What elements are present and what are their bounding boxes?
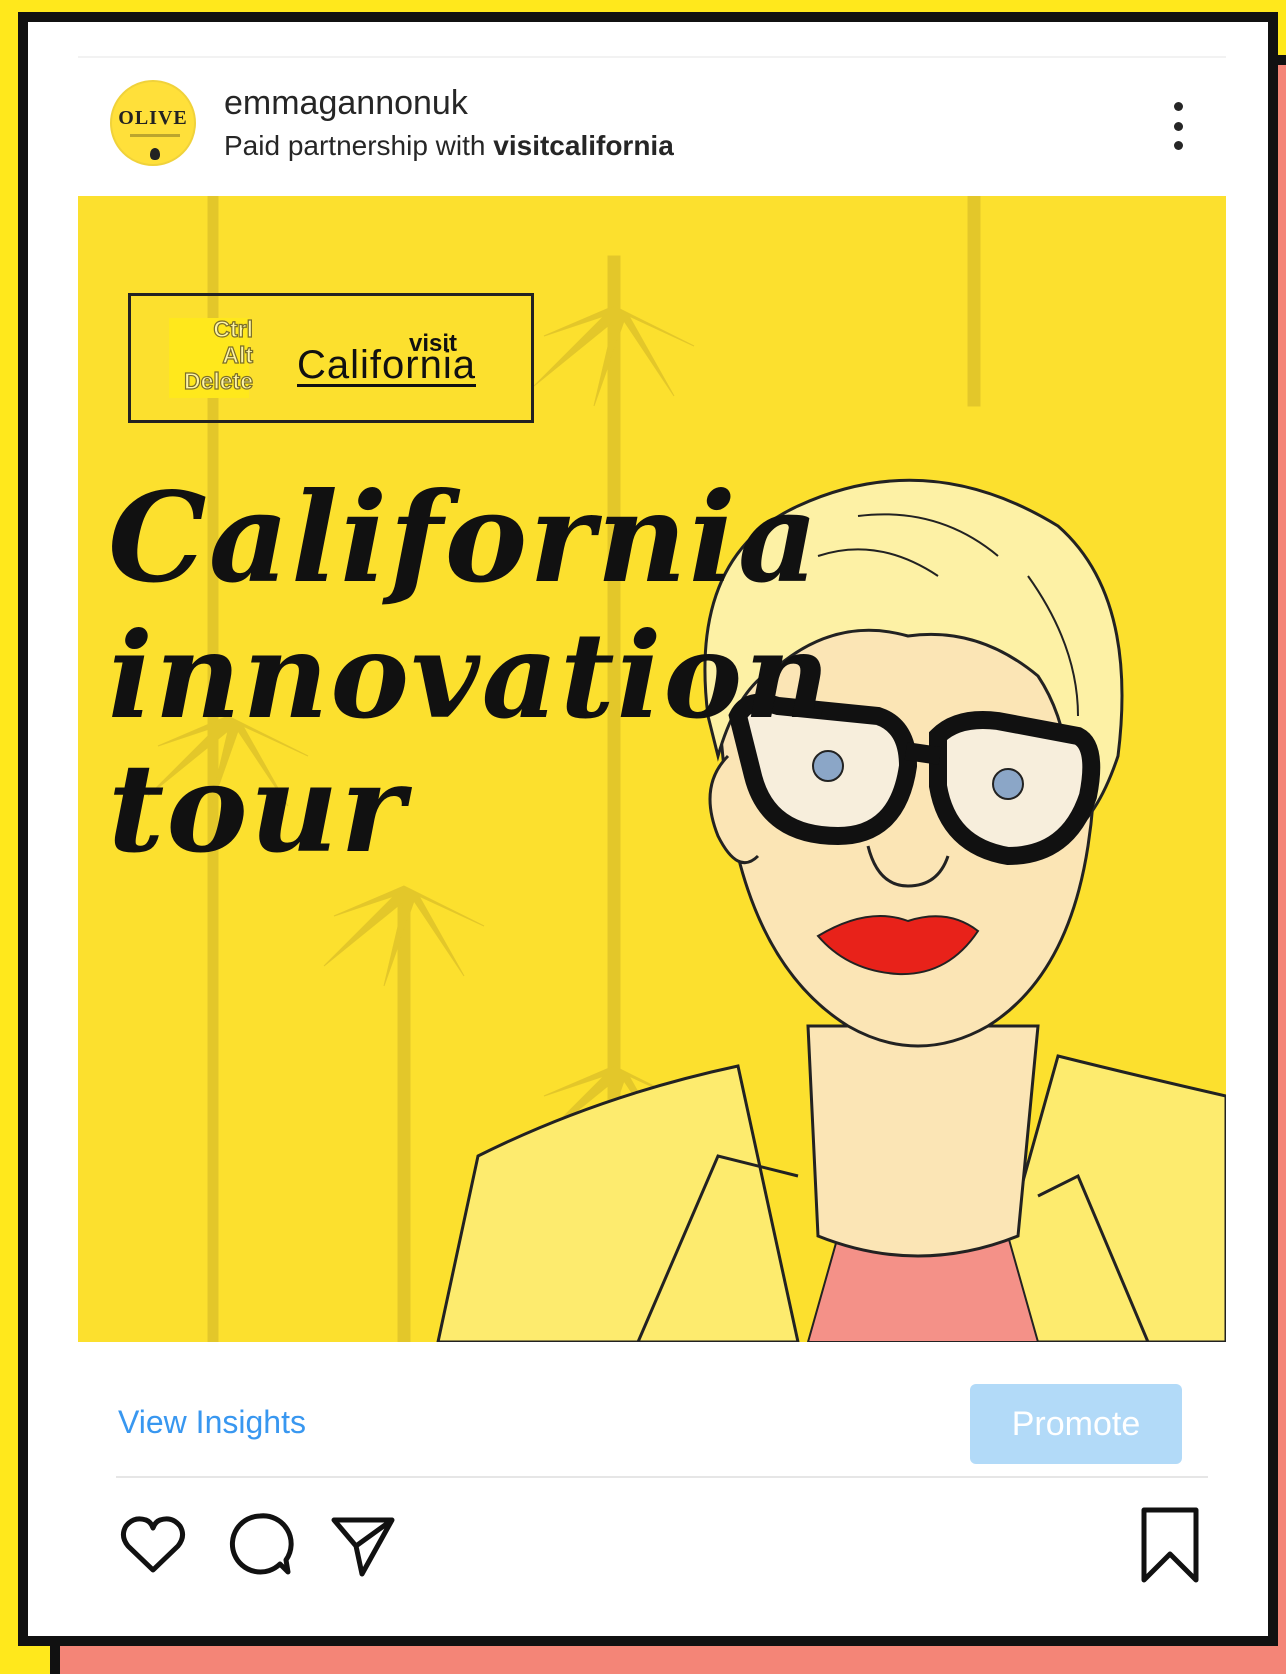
post-header: OLIVE emmagannonuk Paid partnership with…: [28, 22, 1268, 192]
more-options-icon[interactable]: [1158, 96, 1198, 156]
username[interactable]: emmagannonuk: [224, 84, 468, 123]
logo-line: Ctrl: [213, 315, 254, 342]
avatar[interactable]: OLIVE: [110, 80, 196, 166]
more-dot: [1173, 141, 1183, 150]
logo-line: Alt: [222, 341, 254, 368]
title-line-1: California: [108, 466, 821, 611]
avatar-tagline: [130, 134, 180, 137]
sponsor-logo-box: Ctrl Alt Delete visit California: [128, 293, 534, 423]
title-line-2: innovation: [108, 606, 832, 745]
visit-california-logo-wordmark: California: [297, 343, 476, 387]
view-insights-link[interactable]: View Insights: [118, 1404, 306, 1441]
bookmark-icon[interactable]: [1138, 1506, 1202, 1584]
logo-line: Delete: [183, 367, 253, 394]
more-dot: [1173, 121, 1183, 131]
avatar-figure-icon: [150, 148, 160, 160]
paid-partnership-label: Paid partnership with visitcalifornia: [224, 130, 674, 162]
actions-divider: [116, 1476, 1208, 1478]
more-dot: [1173, 102, 1183, 111]
partner-link[interactable]: visitcalifornia: [493, 130, 674, 161]
ctrl-alt-delete-text: Ctrl Alt Delete: [167, 315, 254, 394]
avatar-logo-text: OLIVE: [118, 106, 188, 129]
insights-row: View Insights Promote: [28, 1342, 1268, 1492]
comment-icon[interactable]: [224, 1508, 296, 1580]
heart-icon[interactable]: [118, 1510, 188, 1580]
promote-button[interactable]: Promote: [970, 1384, 1182, 1464]
title-line-3: tour: [108, 736, 407, 880]
instagram-post-card: OLIVE emmagannonuk Paid partnership with…: [18, 12, 1278, 1646]
partnership-prefix: Paid partnership with: [224, 130, 494, 161]
post-image[interactable]: Ctrl Alt Delete visit California Califor…: [78, 196, 1226, 1342]
send-icon[interactable]: [328, 1510, 398, 1580]
